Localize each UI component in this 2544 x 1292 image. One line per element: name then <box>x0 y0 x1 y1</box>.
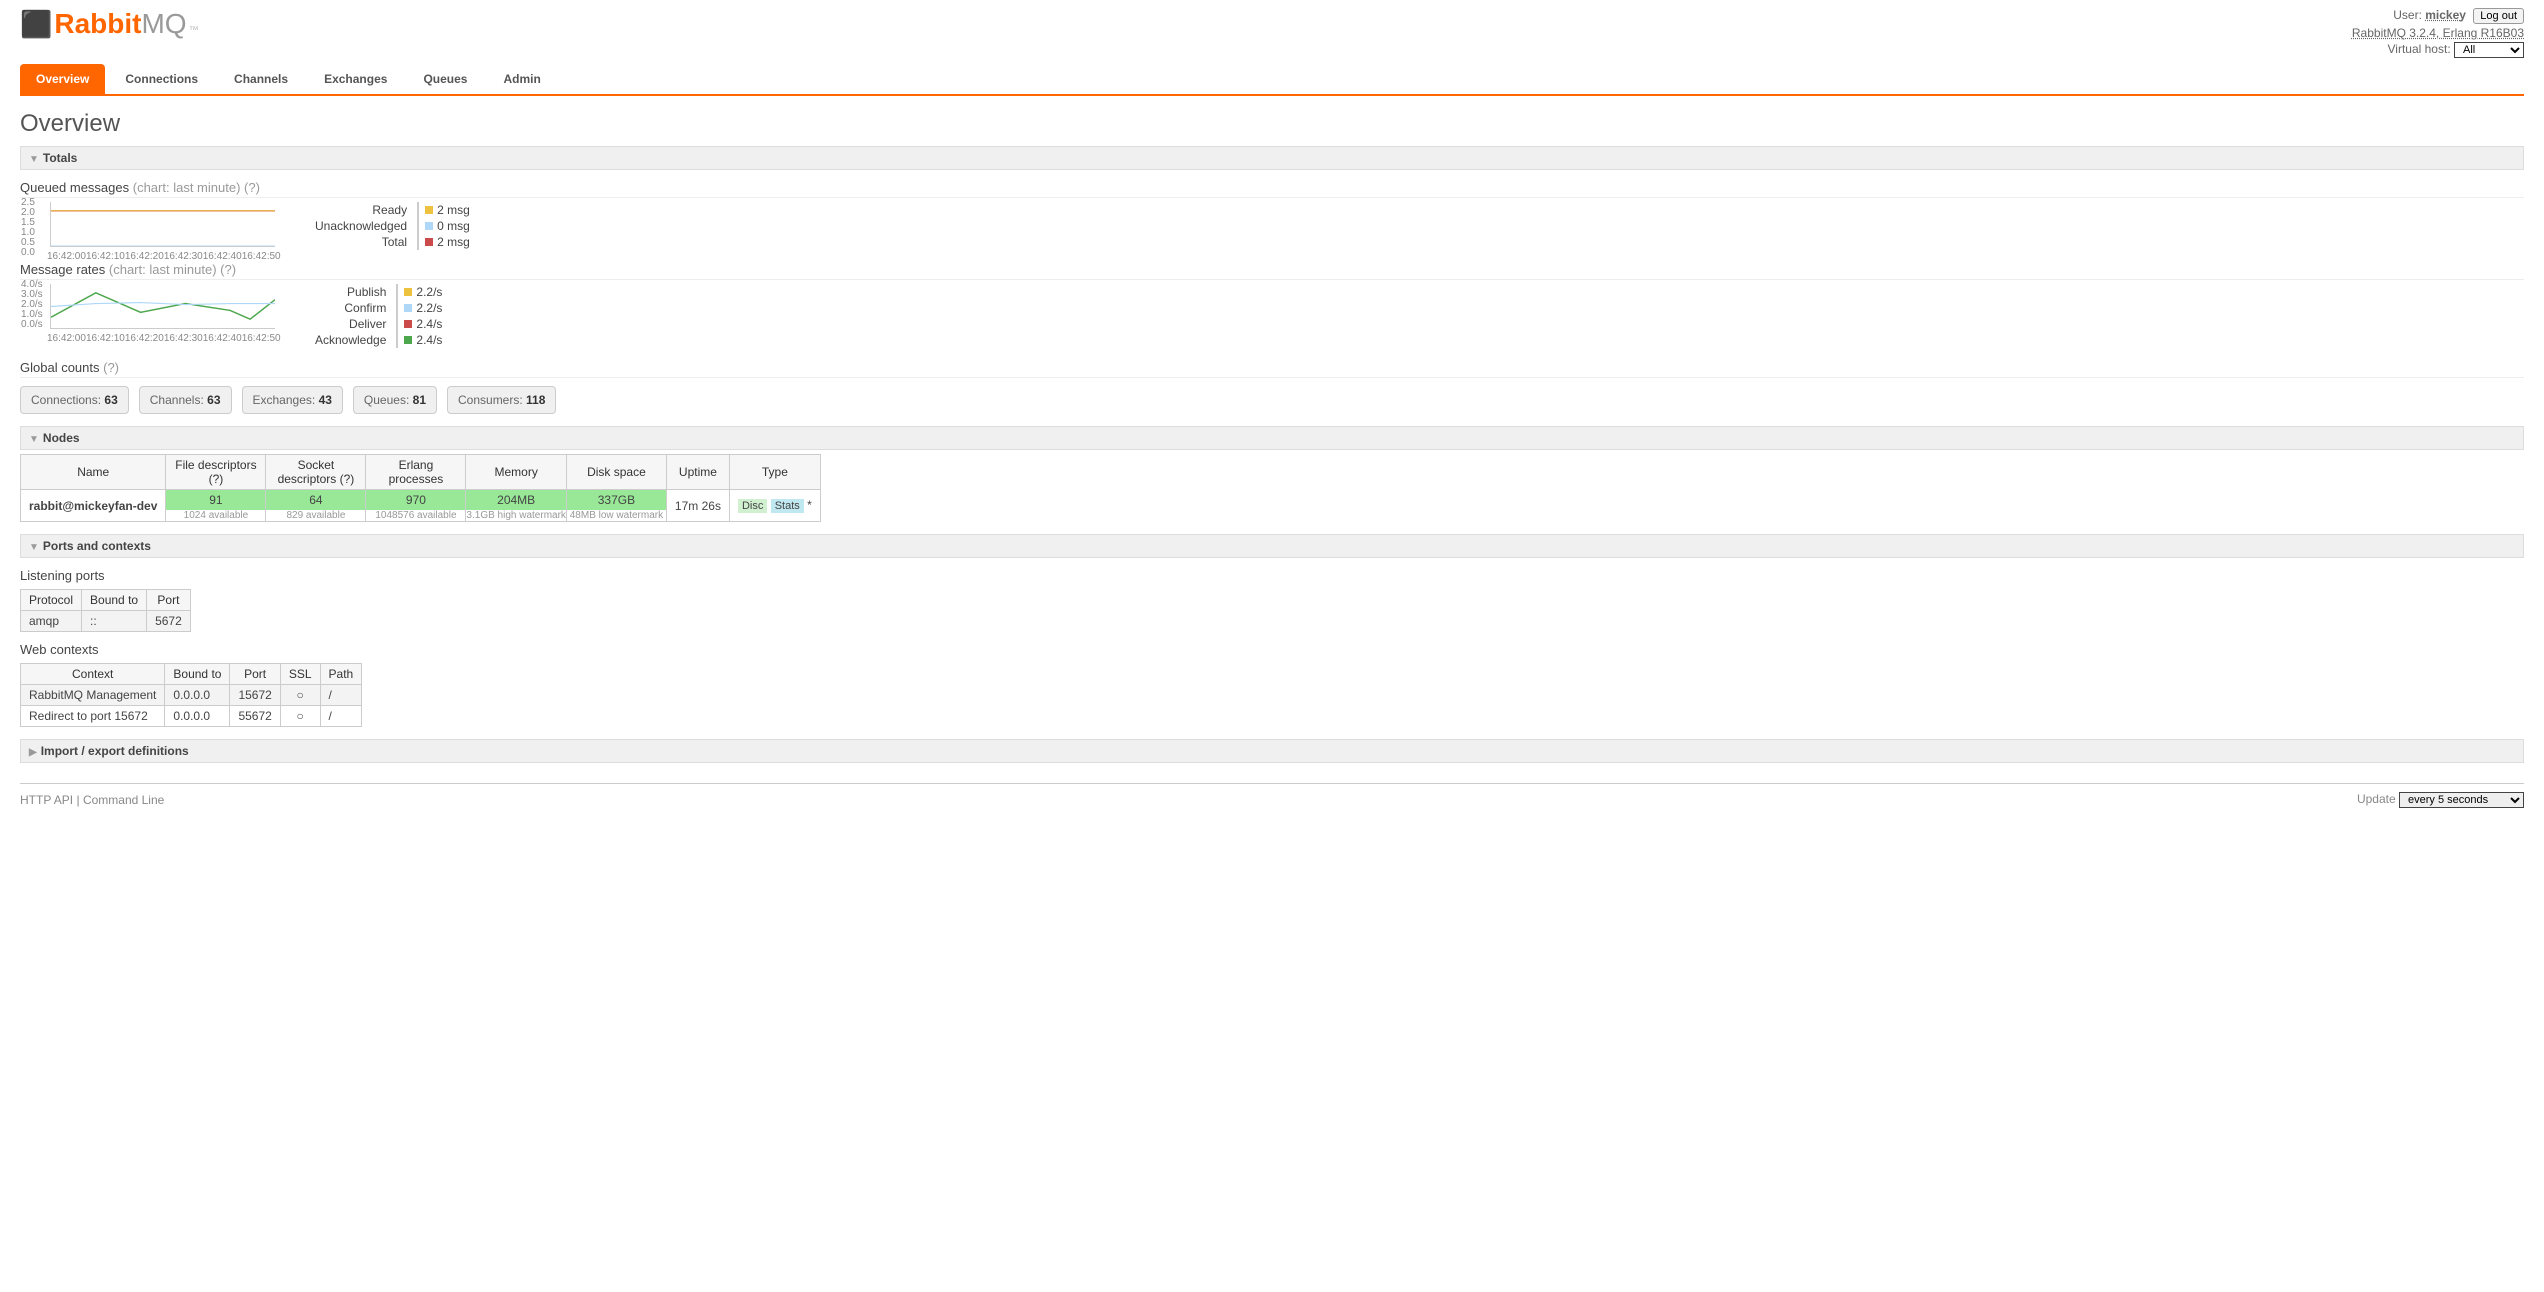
rates-chart: 4.0/s3.0/s2.0/s1.0/s0.0/s 16:42:0016:42:… <box>50 284 275 329</box>
rates-x-ticks: 16:42:0016:42:1016:42:2016:42:3016:42:40… <box>47 333 279 344</box>
color-swatch <box>404 320 412 328</box>
col-sd: Socket descriptors (?) <box>266 455 366 490</box>
color-swatch <box>404 304 412 312</box>
table-row: amqp::5672 <box>21 611 191 632</box>
tab-channels[interactable]: Channels <box>218 64 304 94</box>
col-type: Type <box>729 455 820 490</box>
page-title: Overview <box>20 110 2524 138</box>
chevron-right-icon: ▶ <box>29 747 37 758</box>
username[interactable]: mickey <box>2425 8 2466 22</box>
tab-overview[interactable]: Overview <box>20 64 105 94</box>
col-uptime: Uptime <box>666 455 729 490</box>
logout-button[interactable]: Log out <box>2473 8 2524 24</box>
web-contexts-title: Web contexts <box>20 642 2524 659</box>
logo: ⬛ RabbitMQ™ <box>20 8 199 40</box>
col-ep: Erlang processes <box>366 455 466 490</box>
col-mem: Memory <box>466 455 567 490</box>
tab-connections[interactable]: Connections <box>109 64 214 94</box>
tab-admin[interactable]: Admin <box>487 64 556 94</box>
table-row: RabbitMQ Management0.0.0.015672○/ <box>21 685 362 706</box>
tab-queues[interactable]: Queues <box>407 64 483 94</box>
http-api-link[interactable]: HTTP API <box>20 793 73 807</box>
count-exchanges[interactable]: Exchanges: 43 <box>242 386 343 414</box>
color-swatch <box>404 336 412 344</box>
color-swatch <box>404 288 412 296</box>
global-counts-title: Global counts (?) <box>20 360 2524 378</box>
logo-mq: MQ <box>141 8 186 40</box>
user-label: User: <box>2393 8 2422 22</box>
rates-y-ticks: 4.0/s3.0/s2.0/s1.0/s0.0/s <box>21 280 43 330</box>
node-sd: 64829 available <box>266 490 366 522</box>
count-connections[interactable]: Connections: 63 <box>20 386 129 414</box>
tab-exchanges[interactable]: Exchanges <box>308 64 403 94</box>
listening-ports-table: ProtocolBound toPort amqp::5672 <box>20 589 191 632</box>
section-ports[interactable]: ▼Ports and contexts <box>20 534 2524 558</box>
node-uptime: 17m 26s <box>666 490 729 522</box>
version-line[interactable]: RabbitMQ 3.2.4, Erlang R16B03 <box>2352 26 2524 40</box>
web-contexts-table: ContextBound toPortSSLPath RabbitMQ Mana… <box>20 663 362 727</box>
logo-tm: ™ <box>189 25 199 36</box>
count-channels[interactable]: Channels: 63 <box>139 386 232 414</box>
chevron-down-icon: ▼ <box>29 542 39 553</box>
node-mem: 204MB3.1GB high watermark <box>466 490 567 522</box>
count-queues[interactable]: Queues: 81 <box>353 386 437 414</box>
chevron-down-icon: ▼ <box>29 154 39 165</box>
chevron-down-icon: ▼ <box>29 434 39 445</box>
section-nodes[interactable]: ▼Nodes <box>20 426 2524 450</box>
vhost-label: Virtual host: <box>2388 42 2451 56</box>
node-name[interactable]: rabbit@mickeyfan-dev <box>21 490 166 522</box>
listening-ports-title: Listening ports <box>20 568 2524 585</box>
node-type: Disc Stats * <box>729 490 820 522</box>
update-interval-select[interactable]: every 5 seconds <box>2399 792 2524 808</box>
rates-title: Message rates (chart: last minute) (?) <box>20 262 2524 280</box>
count-consumers[interactable]: Consumers: 118 <box>447 386 556 414</box>
main-tabs: Overview Connections Channels Exchanges … <box>20 64 2524 96</box>
col-name: Name <box>21 455 166 490</box>
cli-link[interactable]: Command Line <box>83 793 164 807</box>
logo-rabbit: Rabbit <box>54 8 141 40</box>
color-swatch <box>425 222 433 230</box>
col-disk: Disk space <box>566 455 666 490</box>
vhost-select[interactable]: All <box>2454 42 2524 58</box>
node-row: rabbit@mickeyfan-dev 911024 available 64… <box>21 490 821 522</box>
top-right: User: mickey Log out RabbitMQ 3.2.4, Erl… <box>2352 8 2524 60</box>
section-import[interactable]: ▶Import / export definitions <box>20 739 2524 763</box>
queued-legend: Ready Unacknowledged Total 2 msg 0 msg 2… <box>315 202 470 250</box>
section-totals[interactable]: ▼Totals <box>20 146 2524 170</box>
update-label: Update <box>2357 792 2396 806</box>
nodes-table: Name File descriptors (?) Socket descrip… <box>20 454 821 522</box>
queued-y-ticks: 2.52.01.51.00.50.0 <box>21 198 35 258</box>
node-disk: 337GB48MB low watermark <box>566 490 666 522</box>
color-swatch <box>425 206 433 214</box>
rabbit-icon: ⬛ <box>20 9 52 40</box>
queued-chart: 2.52.01.51.00.50.0 16:42:0016:42:1016:42… <box>50 202 275 247</box>
rates-legend: Publish Confirm Deliver Acknowledge 2.2/… <box>315 284 442 348</box>
node-ep: 9701048576 available <box>366 490 466 522</box>
table-row: Redirect to port 156720.0.0.055672○/ <box>21 706 362 727</box>
col-fd: File descriptors (?) <box>166 455 266 490</box>
queued-x-ticks: 16:42:0016:42:1016:42:2016:42:3016:42:40… <box>47 251 279 262</box>
node-fd: 911024 available <box>166 490 266 522</box>
queued-title: Queued messages (chart: last minute) (?) <box>20 180 2524 198</box>
color-swatch <box>425 238 433 246</box>
